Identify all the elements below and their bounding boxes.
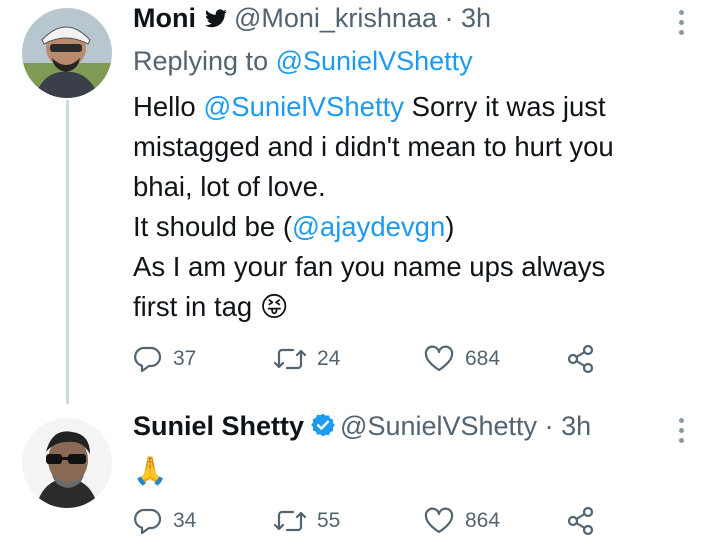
text-line: first in tag (133, 291, 253, 322)
reply-button[interactable]: 34 (133, 505, 196, 537)
like-button[interactable]: 864 (423, 505, 500, 537)
twitter-bird-icon (204, 2, 228, 38)
heart-icon (423, 507, 455, 535)
reply-icon (133, 507, 163, 535)
tweet-suniel[interactable]: Suniel Shetty @SunielVShetty · 3h 🙏 34 55… (0, 404, 714, 553)
text-line: mistagged and i didn't mean to hurt you (133, 131, 614, 162)
author-name[interactable]: Moni (133, 3, 196, 33)
heart-icon (423, 345, 455, 373)
reply-count: 34 (173, 509, 197, 532)
replying-to-mention[interactable]: @SunielVShetty (276, 46, 473, 76)
replying-to: Replying to @SunielVShetty (133, 43, 674, 79)
tweet-time[interactable]: 3h (461, 3, 491, 33)
emoji-folded-hands: 🙏 (133, 455, 168, 486)
tweet-moni[interactable]: Moni @Moni_krishnaa · 3h Replying to @Sun… (0, 0, 714, 390)
like-button[interactable]: 684 (423, 343, 500, 375)
text-segment: It should be ( (133, 211, 292, 242)
tweet-header: Moni @Moni_krishnaa · 3h (133, 0, 674, 38)
tweet-text: 🙏 (133, 451, 674, 491)
reply-count: 37 (173, 347, 197, 370)
tweet-text: Hello @SunielVShetty Sorry it was just m… (133, 87, 674, 327)
retweet-icon (273, 507, 307, 535)
like-count: 864 (465, 509, 501, 532)
share-button[interactable] (566, 505, 596, 537)
author-name[interactable]: Suniel Shetty (133, 411, 304, 441)
share-icon (566, 344, 596, 374)
reply-button[interactable]: 37 (133, 343, 196, 375)
author-handle[interactable]: @Moni_krishnaa (234, 3, 437, 33)
avatar-suniel[interactable] (22, 418, 112, 508)
replying-to-label: Replying to (133, 46, 269, 76)
share-icon (566, 506, 596, 536)
retweet-button[interactable]: 24 (273, 343, 340, 375)
author-handle[interactable]: @SunielVShetty (340, 411, 537, 441)
share-button[interactable] (566, 343, 596, 375)
text-segment: ) (445, 211, 455, 242)
retweet-button[interactable]: 55 (273, 505, 340, 537)
tweet-actions: 37 24 684 (133, 343, 596, 375)
avatar-moni[interactable] (22, 8, 112, 98)
reply-icon (133, 345, 163, 373)
tweet-time[interactable]: 3h (561, 411, 591, 441)
tweet-actions: 34 55 864 (133, 505, 596, 537)
more-options-icon[interactable] (678, 418, 686, 448)
text-line: As I am your fan you name ups always (133, 251, 606, 282)
retweet-count: 55 (317, 509, 341, 532)
separator-dot: · (444, 3, 454, 33)
like-count: 684 (465, 347, 501, 370)
retweet-count: 24 (317, 347, 341, 370)
text-segment: Sorry it was just (403, 91, 606, 122)
separator-dot: · (544, 411, 554, 441)
emoji-squinting-tongue: 😝 (259, 291, 289, 322)
text-segment: Hello (133, 91, 204, 122)
text-line: bhai, lot of love. (133, 171, 326, 202)
verified-badge-icon (310, 411, 336, 447)
retweet-icon (273, 345, 307, 373)
mention-link[interactable]: @ajaydevgn (292, 211, 445, 242)
more-options-icon[interactable] (678, 10, 686, 40)
mention-link[interactable]: @SunielVShetty (203, 91, 404, 122)
tweet-header: Suniel Shetty @SunielVShetty · 3h (133, 408, 674, 447)
